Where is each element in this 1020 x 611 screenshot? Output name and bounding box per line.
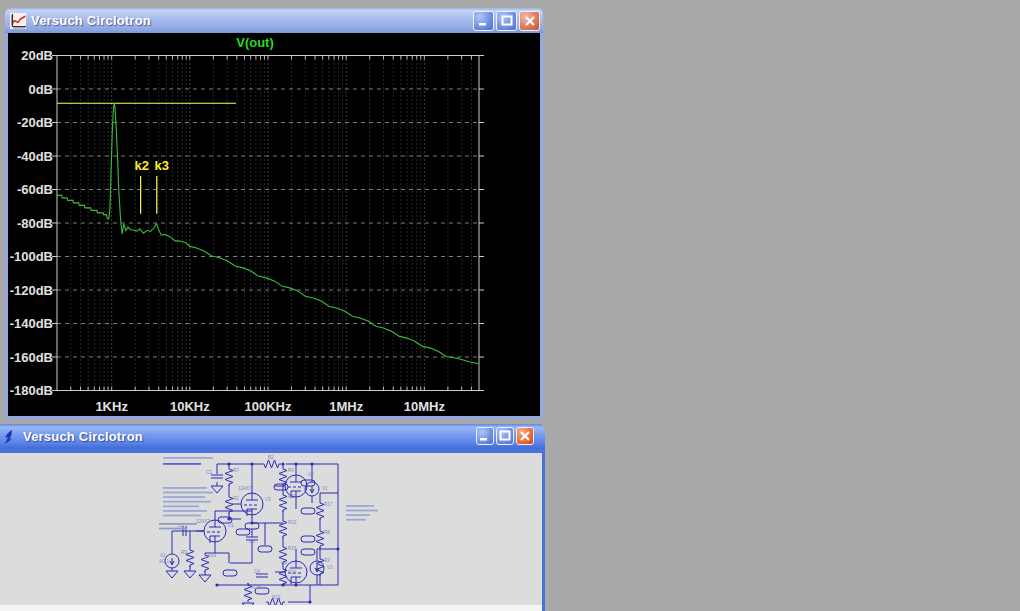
svg-text:C1: C1 <box>249 539 255 544</box>
schematic-text-blocks <box>159 457 378 529</box>
svg-text:R13: R13 <box>288 520 297 525</box>
schematic-bottom-strip <box>0 605 542 611</box>
close-button[interactable] <box>516 427 534 445</box>
schematic-area[interactable]: C3 R7 R2 12AX7 U3 U1 12AX7 R9 R16 V2AC 1 R4 R11 R13 R… <box>0 453 542 611</box>
svg-text:20dB: 20dB <box>21 48 53 63</box>
svg-text:R10: R10 <box>288 570 297 575</box>
waveform-chart-icon <box>10 13 26 29</box>
fft-plot: k2 k3 V(out) 20dB 0dB -20dB -40dB -60dB -80dB -10… <box>8 33 540 416</box>
svg-text:10KHz: 10KHz <box>170 399 210 414</box>
minimize-button[interactable] <box>473 11 494 31</box>
maximize-button[interactable] <box>496 427 514 445</box>
maximize-button[interactable] <box>496 11 517 31</box>
schematic-labels: C3 R7 R2 12AX7 U3 U1 12AX7 R9 R16 V2AC 1 R4 R11 R13 R… <box>159 455 333 600</box>
window-title: Versuch Circlotron <box>23 429 143 444</box>
svg-text:R19: R19 <box>272 595 281 600</box>
plot-area[interactable]: k2 k3 V(out) 20dB 0dB -20dB -40dB -60dB -80dB -10… <box>8 33 540 416</box>
svg-text:C4: C4 <box>254 569 260 574</box>
svg-text:1MHz: 1MHz <box>329 399 363 414</box>
svg-text:R4: R4 <box>288 468 294 473</box>
svg-text:R8: R8 <box>324 530 330 535</box>
svg-text:V1: V1 <box>322 486 328 491</box>
svg-text:U2: U2 <box>308 472 314 477</box>
svg-text:B2: B2 <box>268 455 274 460</box>
svg-text:0dB: 0dB <box>28 82 53 97</box>
svg-text:R15: R15 <box>288 546 297 551</box>
svg-text:U3: U3 <box>265 497 271 502</box>
window-title: Versuch Circlotron <box>31 13 151 28</box>
waveform-window: Versuch Circlotron k2 k3 V(out) 20dB 0dB -20d… <box>5 8 543 419</box>
svg-text:-160dB: -160dB <box>10 350 53 365</box>
schematic-window: Versuch Circlotron <box>0 424 545 611</box>
svg-text:12AX7: 12AX7 <box>196 519 210 524</box>
svg-text:V2: V2 <box>160 553 166 558</box>
svg-text:V(out): V(out) <box>236 35 274 50</box>
svg-text:-40dB: -40dB <box>17 149 53 164</box>
svg-text:R7: R7 <box>233 468 239 473</box>
svg-text:-20dB: -20dB <box>17 115 53 130</box>
svg-text:R3: R3 <box>324 558 330 563</box>
svg-text:-140dB: -140dB <box>10 316 53 331</box>
svg-text:k3: k3 <box>155 158 169 173</box>
svg-text:k2: k2 <box>134 158 148 173</box>
svg-text:R17: R17 <box>324 502 333 507</box>
schematic-app-icon <box>2 429 18 445</box>
svg-text:-120dB: -120dB <box>10 283 53 298</box>
svg-text:-180dB: -180dB <box>10 383 53 398</box>
minimize-button[interactable] <box>476 427 494 445</box>
svg-text:-60dB: -60dB <box>17 182 53 197</box>
svg-text:C3: C3 <box>206 470 212 475</box>
svg-text:R9: R9 <box>181 550 187 555</box>
svg-text:10MHz: 10MHz <box>404 399 446 414</box>
schematic-window-titlebar[interactable]: Versuch Circlotron <box>0 424 545 449</box>
svg-text:R16: R16 <box>208 553 217 558</box>
schematic-canvas: C3 R7 R2 12AX7 U3 U1 12AX7 R9 R16 V2AC 1 R4 R11 R13 R… <box>0 453 542 611</box>
svg-text:-100dB: -100dB <box>10 249 53 264</box>
svg-text:1KHz: 1KHz <box>95 399 128 414</box>
waveform-window-titlebar[interactable]: Versuch Circlotron <box>5 8 543 33</box>
svg-text:R2: R2 <box>233 496 239 501</box>
svg-text:100KHz: 100KHz <box>245 399 292 414</box>
close-button[interactable] <box>519 11 540 31</box>
svg-text:U1: U1 <box>228 523 234 528</box>
svg-text:R18: R18 <box>252 585 261 590</box>
svg-text:R11: R11 <box>288 494 296 499</box>
svg-text:-80dB: -80dB <box>17 216 53 231</box>
svg-text:V3: V3 <box>327 565 333 570</box>
svg-text:AC 1: AC 1 <box>159 559 170 564</box>
svg-text:U4: U4 <box>281 561 287 566</box>
svg-text:12AX7: 12AX7 <box>238 486 252 491</box>
